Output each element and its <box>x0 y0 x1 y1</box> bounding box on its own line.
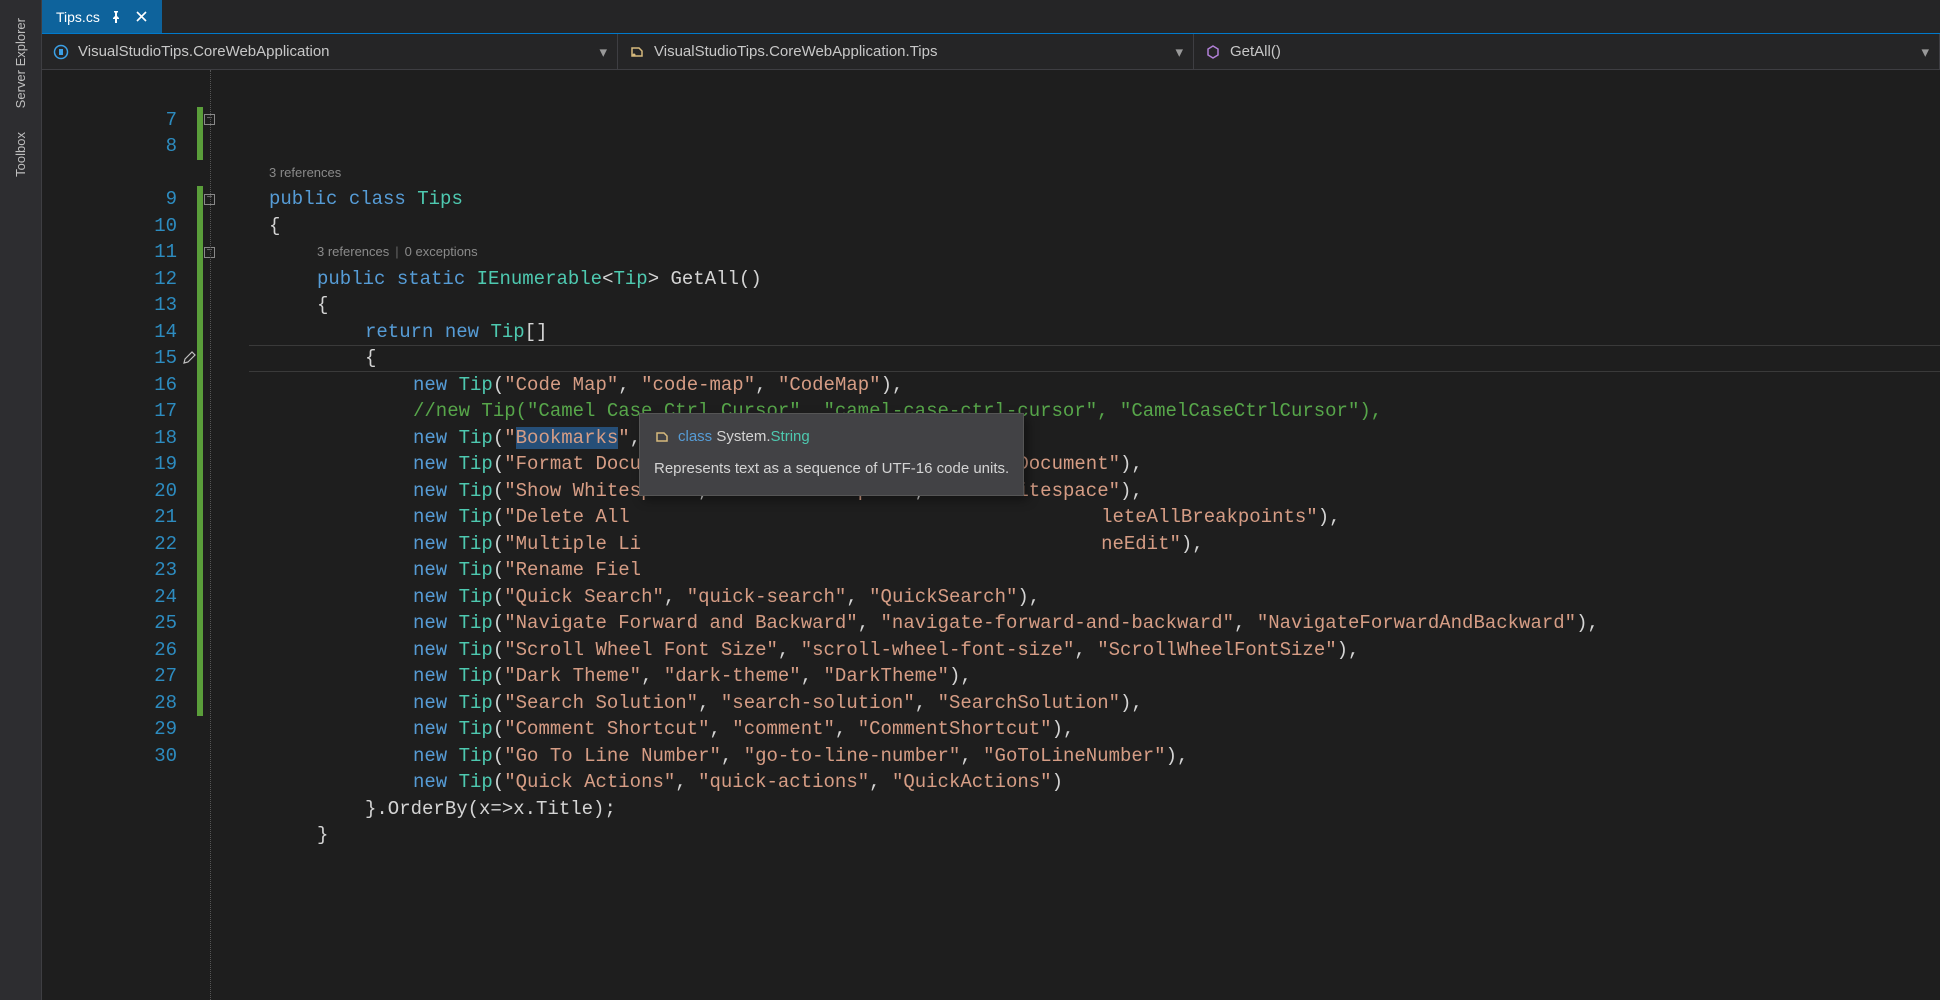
code-line[interactable]: new Tip("Format Document", "format-docum… <box>249 451 1940 478</box>
current-line-highlight <box>249 345 1940 372</box>
code-line[interactable]: new Tip("Scroll Wheel Font Size", "scrol… <box>249 637 1940 664</box>
code-editor[interactable]: 7891011121314151617181920212223242526272… <box>42 70 1940 1000</box>
code-line[interactable]: new Tip("Bookmarks", "bookmarks", "Bookm… <box>249 425 1940 452</box>
code-line[interactable]: { <box>249 213 1940 240</box>
close-icon[interactable] <box>136 11 152 22</box>
code-line[interactable]: new Tip("Show Whitespace", "show-whitesp… <box>249 478 1940 505</box>
navigation-bar: VisualStudioTips.CoreWebApplication ▾ Vi… <box>42 34 1940 70</box>
code-line[interactable]: new Tip("Quick Actions", "quick-actions"… <box>249 769 1940 796</box>
document-tab-tips-cs[interactable]: Tips.cs <box>42 0 162 33</box>
quickinfo-description: Represents text as a sequence of UTF-16 … <box>654 456 1009 483</box>
code-line[interactable]: { <box>249 292 1940 319</box>
rail-item-server-explorer[interactable]: Server Explorer <box>9 6 32 120</box>
side-tool-rail: Server Explorer Toolbox <box>0 0 42 1000</box>
navbar-member-label: GetAll() <box>1230 43 1281 60</box>
csharp-project-icon <box>52 43 70 61</box>
code-surface[interactable]: 3 referencespublic class Tips{3 referenc… <box>249 70 1940 1000</box>
fold-toggle-icon[interactable]: − <box>204 114 215 125</box>
code-line[interactable]: new Tip("Navigate Forward and Backward",… <box>249 610 1940 637</box>
code-line[interactable]: new Tip("Rename Fiel <box>249 557 1940 584</box>
code-line[interactable]: new Tip("Delete All leteAllBreakpoints")… <box>249 504 1940 531</box>
class-icon <box>628 43 646 61</box>
fold-toggle-icon[interactable]: − <box>204 247 215 258</box>
code-line[interactable]: } <box>249 822 1940 849</box>
code-line[interactable]: new Tip("Multiple LineEdit"), <box>249 531 1940 558</box>
code-line[interactable]: public class Tips <box>249 186 1940 213</box>
chevron-down-icon: ▾ <box>1921 43 1929 61</box>
document-tab-title: Tips.cs <box>56 9 100 25</box>
pin-icon[interactable] <box>110 11 126 23</box>
code-line[interactable]: new Tip("Dark Theme", "dark-theme", "Dar… <box>249 663 1940 690</box>
code-line[interactable]: return new Tip[] <box>249 319 1940 346</box>
codelens-row[interactable]: 3 references <box>249 160 1940 187</box>
code-line[interactable]: new Tip("Go To Line Number", "go-to-line… <box>249 743 1940 770</box>
code-line[interactable]: public static IEnumerable<Tip> GetAll() <box>249 266 1940 293</box>
recent-edit-glyph-icon <box>182 349 198 365</box>
navbar-type-label: VisualStudioTips.CoreWebApplication.Tips <box>654 43 937 60</box>
chevron-down-icon: ▾ <box>599 43 607 61</box>
code-line[interactable]: new Tip("Quick Search", "quick-search", … <box>249 584 1940 611</box>
outline-fold-margin[interactable]: − − − <box>203 70 249 1000</box>
class-icon <box>654 429 670 445</box>
navbar-project-label: VisualStudioTips.CoreWebApplication <box>78 43 330 60</box>
quickinfo-tooltip: class System.StringRepresents text as a … <box>639 413 1024 496</box>
code-line[interactable]: new Tip("Code Map", "code-map", "CodeMap… <box>249 372 1940 399</box>
code-line[interactable]: }.OrderBy(x=>x.Title); <box>249 796 1940 823</box>
document-tab-strip: Tips.cs <box>42 0 1940 34</box>
codelens-row[interactable]: 3 references|0 exceptions <box>249 239 1940 266</box>
navbar-type-selector[interactable]: VisualStudioTips.CoreWebApplication.Tips… <box>618 34 1194 69</box>
line-number-gutter: 7891011121314151617181920212223242526272… <box>42 70 197 1000</box>
navbar-project-selector[interactable]: VisualStudioTips.CoreWebApplication ▾ <box>42 34 618 69</box>
navbar-member-selector[interactable]: GetAll() ▾ <box>1194 34 1940 69</box>
code-line[interactable]: //new Tip("Camel Case Ctrl Cursor", "cam… <box>249 398 1940 425</box>
chevron-down-icon: ▾ <box>1175 43 1183 61</box>
fold-toggle-icon[interactable]: − <box>204 194 215 205</box>
method-icon <box>1204 43 1222 61</box>
code-line[interactable]: new Tip("Comment Shortcut", "comment", "… <box>249 716 1940 743</box>
rail-item-toolbox[interactable]: Toolbox <box>9 120 32 189</box>
code-line[interactable]: new Tip("Search Solution", "search-solut… <box>249 690 1940 717</box>
